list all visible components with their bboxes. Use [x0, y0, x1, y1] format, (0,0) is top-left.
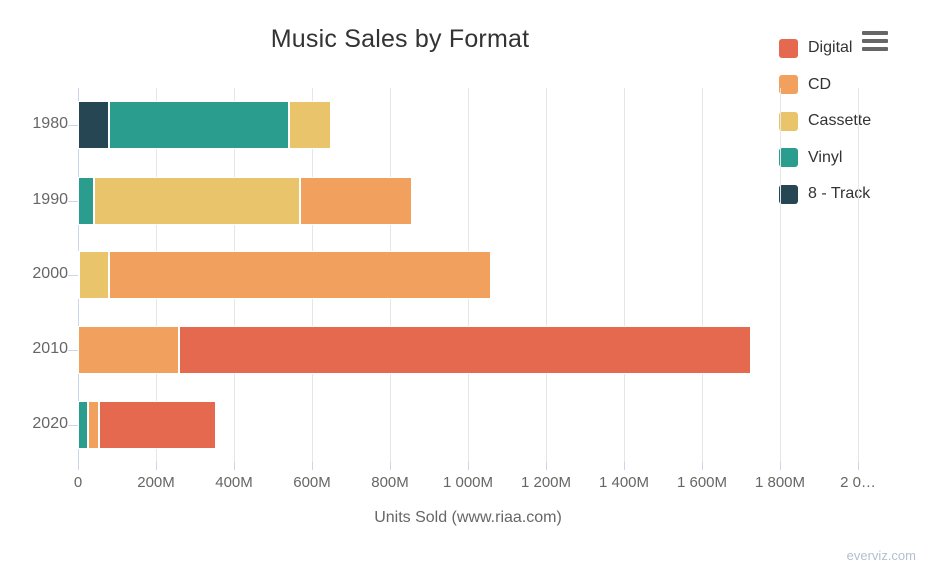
- y-axis-label: 2000: [32, 265, 68, 282]
- x-axis-label: 600M: [293, 474, 331, 491]
- y-axis-label: 2010: [32, 340, 68, 357]
- x-axis-tick: [702, 462, 703, 470]
- x-axis-label: 0: [73, 474, 83, 491]
- bar-group-1990: [78, 176, 858, 225]
- bar-group-2000: [78, 251, 858, 299]
- x-axis-label: 1 600M: [676, 474, 728, 491]
- bar-segment[interactable]: [108, 101, 289, 149]
- bar-segment[interactable]: [179, 326, 751, 374]
- y-axis-tick: [68, 125, 78, 126]
- bar-segment[interactable]: [78, 326, 180, 374]
- bar-group-2020: [78, 401, 858, 449]
- legend-label: Digital: [808, 39, 853, 57]
- bar-segment[interactable]: [78, 401, 88, 449]
- x-axis-tick: [234, 462, 235, 470]
- x-axis-tick: [780, 462, 781, 470]
- y-axis-tick: [68, 200, 78, 202]
- x-axis-tick: [858, 462, 859, 470]
- bar-segment[interactable]: [93, 176, 301, 225]
- x-axis: 0 200M 400M 600M 800M 1 000M 1 200M 1 400M 1 600…: [74, 462, 876, 502]
- x-axis-label: 1 800M: [754, 474, 806, 491]
- chart-title: Music Sales by Format: [270, 25, 530, 53]
- bar-segment[interactable]: [79, 251, 109, 299]
- bar-segment[interactable]: [300, 176, 413, 225]
- x-axis-tick: [156, 462, 157, 470]
- bar-segment[interactable]: [99, 401, 217, 449]
- y-axis-label: 1990: [32, 190, 68, 208]
- bar-segment[interactable]: [78, 176, 94, 225]
- bar-segment[interactable]: [87, 401, 100, 449]
- y-axis-tick: [68, 275, 78, 276]
- x-axis-tick: [390, 462, 391, 470]
- y-axis-label: 1980: [32, 115, 68, 132]
- legend-item-digital[interactable]: Digital: [779, 30, 929, 67]
- legend-swatch-icon: [779, 38, 798, 58]
- x-axis-label: 1 400M: [598, 474, 650, 491]
- x-axis-tick: [468, 462, 469, 470]
- x-axis-label: 800M: [371, 474, 409, 491]
- plot-area: [78, 88, 859, 462]
- bar-segment[interactable]: [108, 251, 492, 299]
- y-axis-labels: 1980 1990 2000 2010 2020: [0, 88, 78, 462]
- bar-segment[interactable]: [78, 101, 109, 149]
- x-axis-label: 2 0…: [840, 474, 876, 491]
- x-axis-tick: [78, 462, 79, 470]
- x-axis-tick: [546, 462, 547, 470]
- x-axis-label: 200M: [137, 474, 175, 491]
- bar-group-1980: [78, 101, 858, 149]
- bar-group-2010: [78, 326, 858, 374]
- gridline: [858, 88, 859, 462]
- y-axis-tick: [68, 425, 78, 426]
- x-axis-label: 1 200M: [520, 474, 572, 491]
- x-axis-label: 1 000M: [442, 474, 494, 491]
- x-axis-tick: [312, 462, 313, 470]
- y-axis-label: 2020: [32, 415, 68, 432]
- y-axis-tick: [68, 350, 78, 351]
- x-axis-title: Units Sold (www.riaa.com): [374, 509, 562, 526]
- x-axis-label: 400M: [215, 474, 253, 491]
- credits-link[interactable]: everviz.com: [847, 548, 916, 563]
- chart-container: Music Sales by Format Digital CD Cassette V…: [0, 0, 930, 572]
- x-axis-tick: [624, 462, 625, 470]
- bar-segment[interactable]: [288, 101, 332, 149]
